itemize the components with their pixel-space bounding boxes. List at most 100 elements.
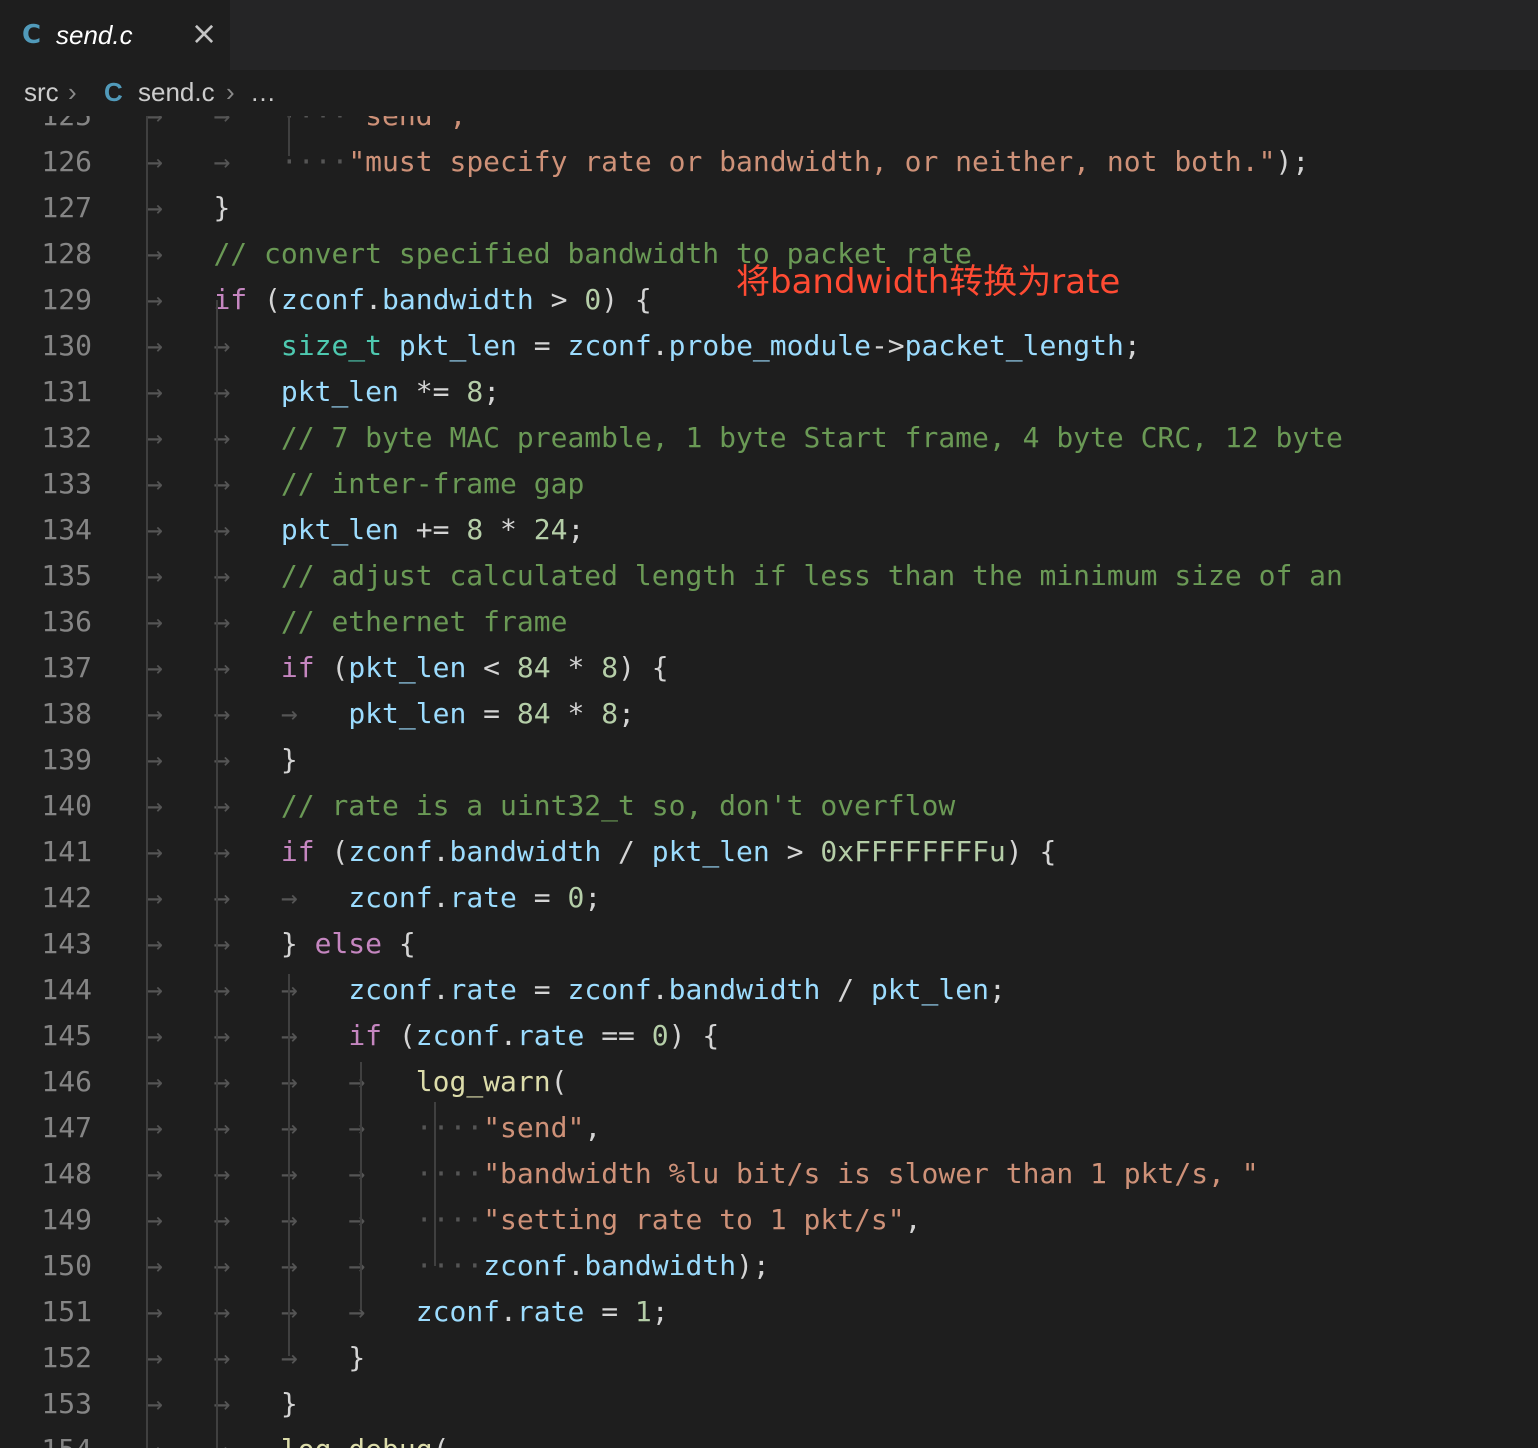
code-line[interactable]: 139 → → } xyxy=(0,737,1538,783)
tab-arrow-icon: → xyxy=(146,1341,214,1374)
line-number: 146 xyxy=(41,1065,92,1098)
code-token: if xyxy=(213,283,248,316)
tab-arrow-icon: → xyxy=(280,1295,349,1328)
code-line[interactable]: 131 → → pkt_len *= 8; xyxy=(0,369,1538,415)
code-line[interactable]: 126 → → ····"must specify rate or bandwid… xyxy=(0,139,1538,185)
code-line[interactable]: 142 → → → zconf.rate = 0; xyxy=(0,875,1538,921)
code-line[interactable]: 154 → → log_debug( xyxy=(0,1427,1538,1448)
code-line[interactable]: 144 → → → zconf.rate = zconf.bandwidth / … xyxy=(0,967,1538,1013)
code-line[interactable]: 138 → → → pkt_len = 84 * 8; xyxy=(0,691,1538,737)
breadcrumb-folder[interactable]: src xyxy=(24,77,59,108)
line-number: 127 xyxy=(41,191,92,224)
code-token: 84 xyxy=(516,697,551,730)
code-token: ) { xyxy=(601,283,652,316)
code-line[interactable]: 140 → → // rate is a uint32_t so, don't o… xyxy=(0,783,1538,829)
code-text: → → → → zconf.rate = 1; xyxy=(146,1289,669,1335)
tab-arrow-icon: → xyxy=(146,1111,214,1144)
tab-arrow-icon: → xyxy=(213,1157,281,1190)
code-text: → → if (zconf.bandwidth / pkt_len > 0xFF… xyxy=(146,829,1056,875)
code-line[interactable]: 132 → → // 7 byte MAC preamble, 1 byte St… xyxy=(0,415,1538,461)
chevron-right-icon: › xyxy=(68,77,77,107)
code-text: → → → zconf.rate = zconf.bandwidth / pkt… xyxy=(146,967,1006,1013)
tab-arrow-icon: → xyxy=(280,697,349,730)
code-line[interactable]: 150 → → → → ····zconf.bandwidth); xyxy=(0,1243,1538,1289)
code-line[interactable]: 141 → → if (zconf.bandwidth / pkt_len > 0… xyxy=(0,829,1538,875)
tab-arrow-icon: → xyxy=(146,375,214,408)
code-line[interactable]: 137 → → if (pkt_len < 84 * 8) { xyxy=(0,645,1538,691)
tab-arrow-icon: → xyxy=(146,421,214,454)
code-line[interactable]: 151 → → → → zconf.rate = 1; xyxy=(0,1289,1538,1335)
code-line[interactable]: 125 → → ····"send", xyxy=(0,116,1538,139)
code-token: , xyxy=(584,1111,602,1144)
code-text: → → size_t pkt_len = zconf.probe_module-… xyxy=(146,323,1141,369)
tab-arrow-icon: → xyxy=(146,1065,214,1098)
breadcrumb-more[interactable]: … xyxy=(250,77,276,108)
code-token: ; xyxy=(483,375,501,408)
code-token: if xyxy=(348,1019,383,1052)
code-line[interactable]: 143 → → } else { xyxy=(0,921,1538,967)
tab-arrow-icon: → xyxy=(213,743,281,776)
code-token: { xyxy=(382,927,416,960)
code-token: 24 xyxy=(533,513,568,546)
code-line[interactable]: 133 → → // inter-frame gap xyxy=(0,461,1538,507)
code-text: → → → zconf.rate = 0; xyxy=(146,875,601,921)
line-number: 134 xyxy=(41,513,92,546)
indent-guide xyxy=(288,974,290,1356)
code-line[interactable]: 145 → → → if (zconf.rate == 0) { xyxy=(0,1013,1538,1059)
code-text: → → if (pkt_len < 84 * 8) { xyxy=(146,645,669,691)
code-line[interactable]: 152 → → → } xyxy=(0,1335,1538,1381)
code-token: else xyxy=(314,927,383,960)
code-token: } xyxy=(280,743,298,776)
code-token: = xyxy=(466,697,517,730)
code-line[interactable]: 136 → → // ethernet frame xyxy=(0,599,1538,645)
code-editor[interactable]: 125→ → ····"send",126→ → ····"must speci… xyxy=(0,116,1538,1448)
code-token: zconf xyxy=(415,1019,501,1052)
code-token: == xyxy=(584,1019,652,1052)
line-number: 149 xyxy=(41,1203,92,1236)
tab-send-c[interactable]: C send.c × xyxy=(0,0,230,70)
tab-arrow-icon: → xyxy=(280,1019,349,1052)
code-line[interactable]: 148 → → → → ····"bandwidth %lu bit/s is s… xyxy=(0,1151,1538,1197)
code-line[interactable]: 153 → → } xyxy=(0,1381,1538,1427)
line-number: 147 xyxy=(41,1111,92,1144)
close-icon[interactable]: × xyxy=(190,16,218,50)
code-line[interactable]: 135 → → // adjust calculated length if le… xyxy=(0,553,1538,599)
tab-arrow-icon: → xyxy=(348,1157,416,1190)
code-line[interactable]: 127 → } xyxy=(0,185,1538,231)
code-token: pkt_len xyxy=(280,513,399,546)
code-line[interactable]: 149 → → → → ····"setting rate to 1 pkt/s"… xyxy=(0,1197,1538,1243)
tab-arrow-icon: → xyxy=(146,881,214,914)
code-token: , xyxy=(904,1203,922,1236)
line-number: 125 xyxy=(0,116,92,139)
breadcrumb-file[interactable]: send.c xyxy=(138,77,215,108)
tab-arrow-icon: → xyxy=(146,697,214,730)
tab-arrow-icon: → xyxy=(213,605,281,638)
tab-arrow-icon: → xyxy=(213,1341,281,1374)
code-token: *= xyxy=(398,375,467,408)
code-line[interactable]: 134 → → pkt_len += 8 * 24; xyxy=(0,507,1538,553)
whitespace-dots: ···· xyxy=(281,116,348,132)
line-number: 148 xyxy=(41,1157,92,1190)
code-line[interactable]: 147 → → → → ····"send", xyxy=(0,1105,1538,1151)
code-line[interactable]: 130 → → size_t pkt_len = zconf.probe_modu… xyxy=(0,323,1538,369)
tab-arrow-icon: → xyxy=(146,513,214,546)
whitespace-dots: ···· xyxy=(415,1157,484,1190)
tab-arrow-icon: → xyxy=(213,651,281,684)
tab-arrow-icon: → xyxy=(146,1387,214,1420)
code-token: * xyxy=(550,651,602,684)
code-token: ( xyxy=(382,1019,416,1052)
tab-title: send.c xyxy=(56,20,133,50)
code-line[interactable]: 146 → → → → log_warn( xyxy=(0,1059,1538,1105)
line-number: 144 xyxy=(41,973,92,1006)
code-token: 0 xyxy=(584,283,602,316)
code-token: } xyxy=(280,1387,298,1420)
tab-arrow-icon: → xyxy=(213,1203,281,1236)
c-file-icon: C xyxy=(104,77,123,107)
code-text: → → pkt_len *= 8; xyxy=(146,369,500,415)
code-text: → → → } xyxy=(146,1335,365,1381)
code-token: zconf xyxy=(280,283,366,316)
whitespace-dots: ···· xyxy=(415,1249,484,1282)
tab-arrow-icon: → xyxy=(213,513,281,546)
code-token: . xyxy=(651,329,669,362)
